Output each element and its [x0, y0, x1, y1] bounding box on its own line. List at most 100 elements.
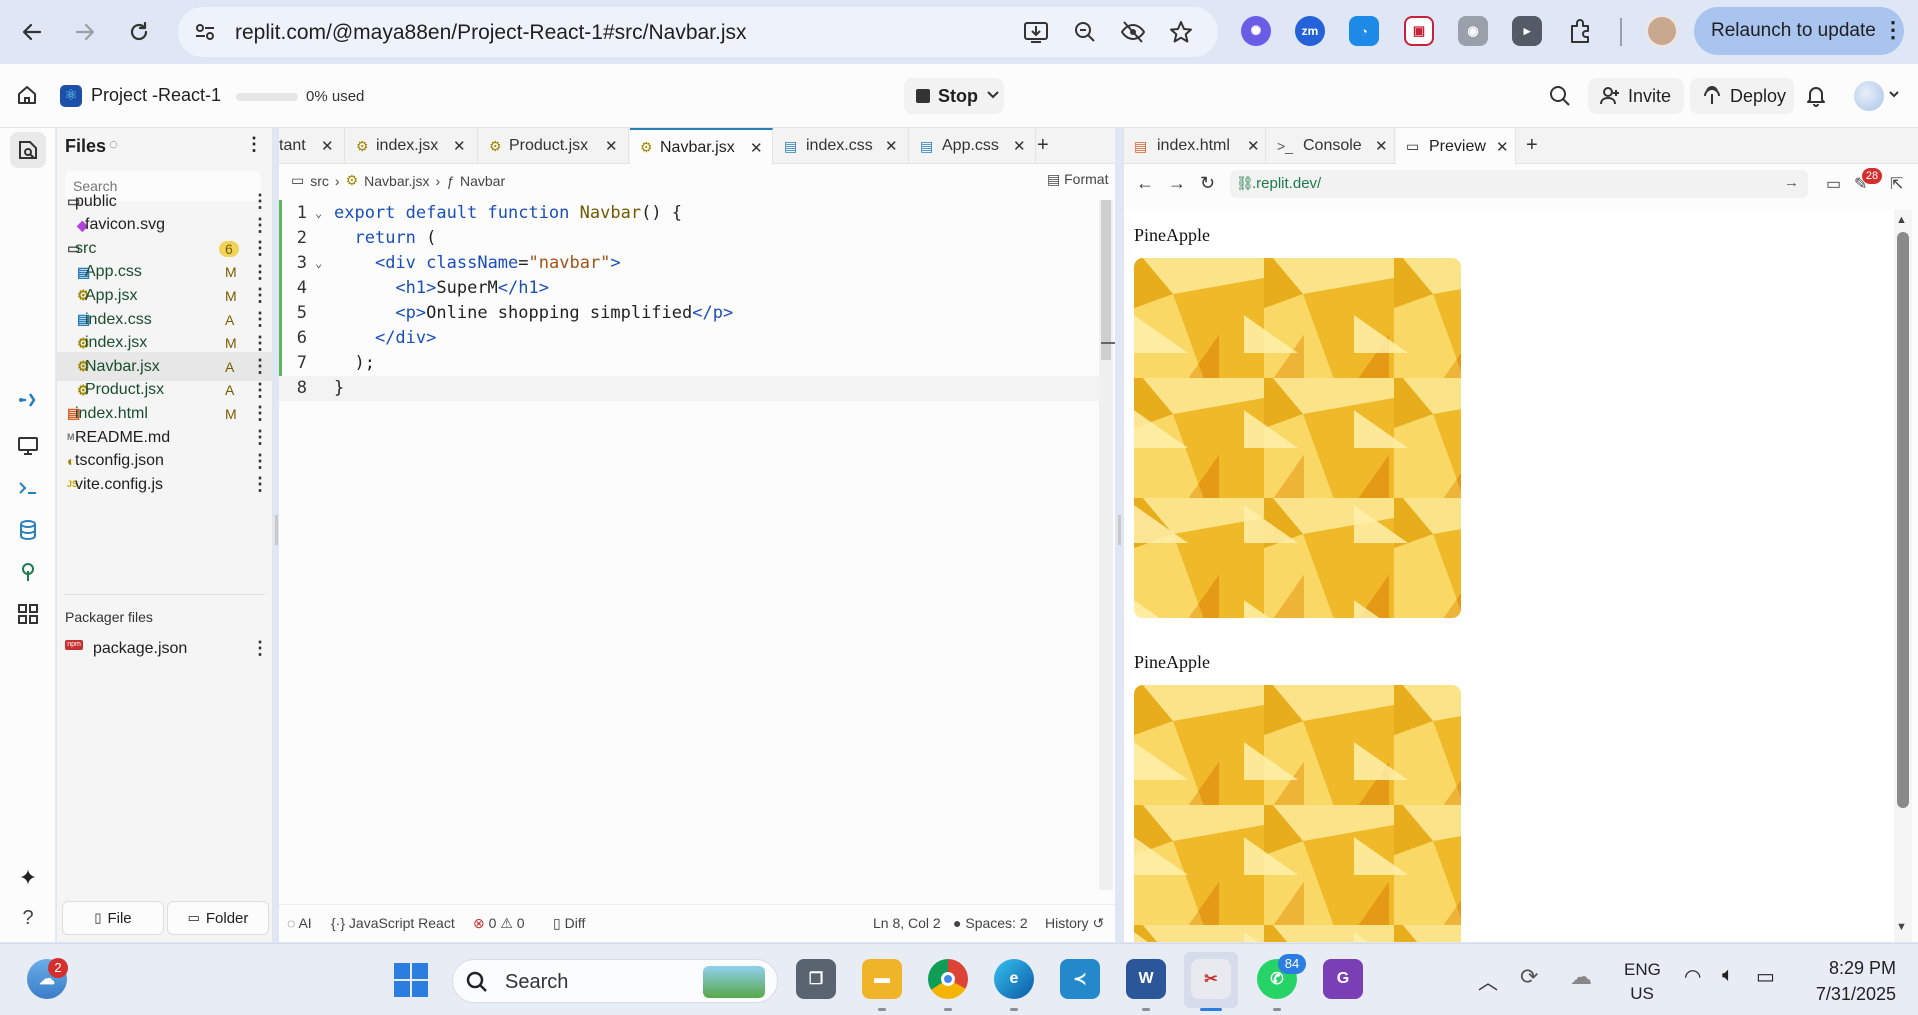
reload-icon[interactable]	[121, 14, 157, 50]
site-info-icon[interactable]	[194, 21, 216, 43]
camera-extension-icon[interactable]: ◉	[1458, 16, 1488, 46]
ai-status[interactable]: ◌ AI	[287, 915, 312, 931]
scroll-up-icon[interactable]: ▲	[1896, 214, 1907, 226]
onedrive-icon[interactable]: ☁	[1570, 964, 1592, 990]
help-icon[interactable]: ?	[16, 906, 40, 930]
clock-time[interactable]: 8:29 PM	[1806, 958, 1896, 979]
file-item-package-json[interactable]: npm package.json ⋮	[57, 634, 273, 663]
devices-icon[interactable]: ▭	[1826, 174, 1841, 194]
task-view-icon[interactable]: ❐	[796, 959, 836, 999]
close-icon[interactable]: ✕	[453, 137, 466, 155]
avatar-chevron-icon[interactable]	[1888, 88, 1900, 100]
pdf-app-icon[interactable]: G	[1323, 959, 1363, 999]
open-new-window-icon[interactable]: ⇱	[1890, 174, 1903, 194]
clock-date[interactable]: 7/31/2025	[1796, 984, 1896, 1005]
item-menu-icon[interactable]: ⋮	[251, 403, 269, 424]
history-button[interactable]: History ↺	[1045, 915, 1104, 932]
language-top[interactable]: ENG	[1624, 960, 1661, 980]
files-menu-icon[interactable]: ⋮	[245, 134, 263, 155]
extension-puzzle-icon[interactable]: ✺	[1241, 16, 1271, 46]
taskbar-search-box[interactable]: Search	[452, 959, 778, 1003]
profile-avatar[interactable]	[1646, 15, 1678, 47]
item-menu-icon[interactable]: ⋮	[251, 309, 269, 330]
back-icon[interactable]	[14, 14, 50, 50]
language-status[interactable]: {·} JavaScript React	[331, 915, 455, 931]
item-menu-icon[interactable]: ⋮	[251, 638, 269, 659]
close-icon[interactable]: ✕	[321, 137, 334, 155]
project-name[interactable]: Project -React-1	[91, 85, 221, 106]
install-app-icon[interactable]	[1023, 20, 1049, 44]
volume-icon[interactable]: 🔈︎	[1722, 964, 1734, 987]
scroll-down-icon[interactable]: ▼	[1896, 921, 1907, 933]
edge-icon[interactable]: e	[994, 959, 1034, 999]
wifi-icon[interactable]: ◠	[1684, 964, 1701, 989]
format-button[interactable]: ▤ Format	[1047, 171, 1108, 188]
tab-index-css[interactable]: ▤ index.css ✕	[774, 128, 909, 164]
item-menu-icon[interactable]: ⋮	[251, 215, 269, 236]
invite-button[interactable]: Invite	[1588, 78, 1684, 114]
resize-handle[interactable]	[1118, 515, 1121, 545]
item-menu-icon[interactable]: ⋮	[251, 333, 269, 354]
tab-product-jsx[interactable]: ⚙ Product.jsx ✕	[479, 128, 629, 164]
calendar-extension-icon[interactable]: ▣	[1404, 16, 1434, 46]
close-icon[interactable]: ✕	[1013, 137, 1026, 155]
chevron-down-icon[interactable]	[986, 88, 1000, 102]
breadcrumb-file[interactable]: Navbar.jsx	[364, 173, 429, 189]
code-area[interactable]: 1 ⌄ export default function Navbar() { 2…	[279, 201, 1099, 409]
user-avatar[interactable]	[1854, 81, 1884, 111]
vscode-icon[interactable]: ≺	[1060, 959, 1100, 999]
problems-status[interactable]: ⊗ 0 ⚠ 0	[473, 915, 525, 932]
item-menu-icon[interactable]: ⋮	[251, 356, 269, 377]
start-windows-icon[interactable]	[393, 962, 429, 998]
database-icon[interactable]	[16, 518, 40, 542]
cursor-position[interactable]: Ln 8, Col 2	[873, 915, 941, 931]
bookmark-star-icon[interactable]	[1169, 20, 1193, 44]
preview-back-icon[interactable]: ←	[1136, 173, 1154, 194]
editor-scroll-thumb[interactable]	[1101, 200, 1111, 360]
tab-index-html[interactable]: ▤ index.html ✕	[1124, 128, 1266, 164]
extensions-icon[interactable]	[1568, 18, 1594, 44]
breadcrumb-symbol[interactable]: Navbar	[460, 173, 505, 189]
chrome-icon[interactable]	[928, 959, 968, 999]
show-hidden-icons[interactable]: ︿	[1478, 966, 1498, 995]
relaunch-button[interactable]: Relaunch to update ⋮	[1694, 7, 1904, 55]
go-icon[interactable]: →	[1784, 174, 1799, 191]
close-icon[interactable]: ✕	[1375, 137, 1388, 155]
deploy-button[interactable]: Deploy	[1690, 78, 1794, 114]
preview-tool-icon[interactable]	[16, 434, 40, 458]
language-bottom[interactable]: US	[1628, 984, 1656, 1004]
preview-forward-icon[interactable]: →	[1168, 173, 1186, 194]
files-tool-icon[interactable]	[10, 132, 46, 168]
tab-assistant[interactable]: tant ✕	[279, 128, 345, 164]
item-menu-icon[interactable]: ⋮	[251, 262, 269, 283]
all-tools-icon[interactable]	[16, 602, 40, 626]
battery-icon[interactable]: ▭	[1756, 964, 1775, 989]
preview-url-bar[interactable]: ⛓ .replit.dev/ →	[1230, 170, 1808, 198]
file-explorer-icon[interactable]: ▬	[862, 959, 902, 999]
close-icon[interactable]: ✕	[1496, 138, 1509, 156]
item-menu-icon[interactable]: ⋮	[251, 238, 269, 259]
diff-button[interactable]: ▯ Diff	[553, 915, 585, 932]
word-icon[interactable]: W	[1126, 959, 1166, 999]
file-item-vite-config-js[interactable]: JS vite.config.js ⋮	[57, 470, 273, 499]
new-tab-icon[interactable]: +	[1037, 134, 1049, 157]
close-icon[interactable]: ✕	[885, 137, 898, 155]
tracking-off-icon[interactable]	[1120, 20, 1146, 44]
tab-preview[interactable]: ▭ Preview ✕	[1396, 128, 1516, 165]
new-tab-icon[interactable]: +	[1526, 134, 1538, 157]
new-file-button[interactable]: ▯ File	[62, 901, 164, 935]
new-folder-button[interactable]: ▭ Folder	[167, 901, 269, 935]
agent-icon[interactable]	[16, 388, 40, 412]
forward-icon[interactable]	[67, 14, 103, 50]
item-menu-icon[interactable]: ⋮	[251, 380, 269, 401]
resize-handle[interactable]	[275, 515, 278, 545]
snipping-tool-icon[interactable]: ✂	[1191, 959, 1231, 999]
address-bar[interactable]: replit.com/@maya88en/Project-React-1#src…	[178, 7, 1218, 57]
zoom-icon[interactable]	[1073, 20, 1097, 44]
fold-chevron-icon[interactable]: ⌄	[315, 251, 322, 276]
sparkle-icon[interactable]: ✦	[16, 865, 40, 890]
console-tool-icon[interactable]	[16, 476, 40, 500]
deployments-icon[interactable]	[16, 560, 40, 584]
item-menu-icon[interactable]: ⋮	[251, 285, 269, 306]
tab-index-jsx[interactable]: ⚙ index.jsx ✕	[346, 128, 478, 164]
